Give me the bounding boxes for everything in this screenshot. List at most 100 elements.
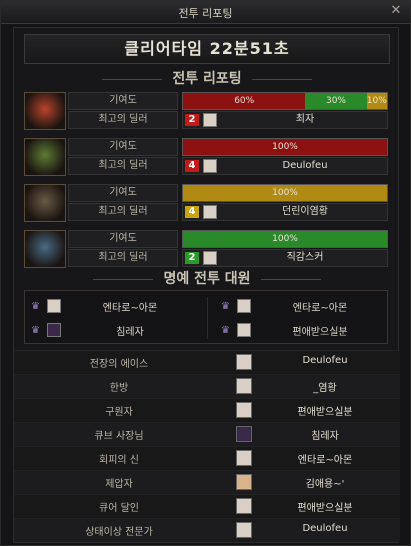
- character-face-icon: [237, 299, 251, 313]
- character-face-icon: [236, 354, 252, 370]
- character-face-icon: [203, 159, 217, 173]
- award-title: 제압자: [105, 479, 133, 490]
- best-dealer-box: 2 직감스커: [182, 249, 388, 267]
- character-face-icon: [203, 113, 217, 127]
- best-dealer-row: 최고의 딜러 2 최자: [68, 111, 388, 129]
- contribution-label: 기여도: [68, 184, 178, 202]
- class-portrait-icon: [24, 184, 66, 222]
- contribution-segment: 60%: [183, 93, 306, 109]
- dealer-name: 최자: [295, 114, 315, 125]
- dealer-name: 던린이염황: [282, 206, 328, 217]
- player-row: 기여도 100% 최고의 딜러 4 Deulofeu: [24, 138, 388, 176]
- report-section-title: 전투 리포팅: [14, 68, 400, 88]
- best-dealer-box: 2 최자: [182, 111, 388, 129]
- character-face-icon: [236, 426, 252, 442]
- award-recipient: _염황: [313, 383, 337, 394]
- best-dealer-box: 4 Deulofeu: [182, 157, 388, 175]
- contribution-segment: 30%: [305, 93, 367, 109]
- crown-icon: ♛: [31, 325, 40, 336]
- rank-badge: 2: [185, 252, 199, 264]
- character-face-icon: [236, 378, 252, 394]
- member-name: 엔타로~아몬: [102, 303, 158, 314]
- member-name: 침레자: [116, 327, 144, 338]
- awards-list: 전장의 에이스 Deulofeu 한방 _염황 구원자 편애받으실분 큐브 사장님 침레자 회피…: [14, 350, 400, 542]
- title-bar: 전투 리포팅 ✕: [1, 1, 410, 24]
- class-portrait-icon: [24, 92, 66, 130]
- contribution-label: 기여도: [68, 230, 178, 248]
- character-face-icon: [236, 522, 252, 538]
- best-dealer-label: 최고의 딜러: [68, 157, 178, 175]
- class-portrait-icon: [24, 230, 66, 268]
- award-title: 상태이상 전문가: [85, 527, 153, 538]
- award-recipient: Deulofeu: [302, 523, 348, 534]
- divider: [207, 297, 208, 339]
- best-dealer-label: 최고의 딜러: [68, 111, 178, 129]
- contribution-row: 기여도 100%: [68, 230, 388, 248]
- player-row: 기여도 100% 최고의 딜러 2 직감스커: [24, 230, 388, 268]
- award-row: 전장의 에이스 Deulofeu: [14, 350, 400, 374]
- award-recipient: 편애받으실분: [297, 503, 353, 514]
- award-title: 한방: [109, 383, 129, 394]
- honor-members: ♛ 엔타로~아몬 ♛ 엔타로~아몬 ♛ 침레자 ♛ 편애받으실분: [24, 290, 388, 344]
- player-row: 기여도 100% 최고의 딜러 4 던린이염황: [24, 184, 388, 222]
- character-face-icon: [47, 323, 61, 337]
- best-dealer-row: 최고의 딜러 4 던린이염황: [68, 203, 388, 221]
- character-face-icon: [203, 205, 217, 219]
- member-name: 엔타로~아몬: [292, 303, 348, 314]
- award-row: 큐어 달인 편애받으실분: [14, 494, 400, 518]
- award-recipient: 편애받으실분: [297, 407, 353, 418]
- dealer-name: 직감스커: [286, 252, 324, 263]
- character-face-icon: [236, 402, 252, 418]
- best-dealer-box: 4 던린이염황: [182, 203, 388, 221]
- award-title: 전장의 에이스: [89, 359, 149, 370]
- contribution-segment: 100%: [183, 139, 387, 155]
- honor-member[interactable]: ♛ 엔타로~아몬: [25, 297, 195, 317]
- award-row: 한방 _염황: [14, 374, 400, 398]
- honor-member[interactable]: ♛ 엔타로~아몬: [215, 297, 385, 317]
- award-row: 큐브 사장님 침레자: [14, 422, 400, 446]
- honor-member[interactable]: ♛ 편애받으실분: [215, 321, 385, 341]
- award-title: 큐어 달인: [99, 503, 139, 514]
- dealer-name: Deulofeu: [282, 160, 328, 171]
- contribution-row: 기여도 100%: [68, 138, 388, 156]
- window-title: 전투 리포팅: [178, 7, 233, 20]
- award-recipient: 침레자: [311, 431, 339, 442]
- contribution-bar: 100%: [182, 184, 388, 202]
- best-dealer-label: 최고의 딜러: [68, 249, 178, 267]
- ornament-left: [93, 278, 154, 280]
- character-face-icon: [236, 474, 252, 490]
- character-face-icon: [203, 251, 217, 265]
- contribution-row: 기여도 100%: [68, 184, 388, 202]
- contribution-bar: 100%: [182, 230, 388, 248]
- award-recipient: Deulofeu: [302, 355, 348, 366]
- crown-icon: ♛: [221, 325, 230, 336]
- contribution-label: 기여도: [68, 92, 178, 110]
- character-face-icon: [237, 323, 251, 337]
- award-row: 제압자 김애용~': [14, 470, 400, 494]
- crown-icon: ♛: [221, 301, 230, 312]
- contribution-bar: 100%: [182, 138, 388, 156]
- honor-member[interactable]: ♛ 침레자: [25, 321, 195, 341]
- award-title: 회피의 신: [99, 455, 139, 466]
- ornament-left: [102, 78, 163, 80]
- crown-icon: ♛: [31, 301, 40, 312]
- best-dealer-row: 최고의 딜러 2 직감스커: [68, 249, 388, 267]
- award-row: 구원자 편애받으실분: [14, 398, 400, 422]
- award-row: 상태이상 전문가 Deulofeu: [14, 518, 400, 542]
- contribution-segment: 10%: [366, 93, 387, 109]
- honor-title: 명예 전투 대원: [163, 271, 251, 287]
- report-panel: 클리어타임 22분51초 전투 리포팅 기여도 60% 30% 10% 최고의 딜러 2 최…: [13, 27, 400, 543]
- contribution-row: 기여도 60% 30% 10%: [68, 92, 388, 110]
- character-face-icon: [236, 498, 252, 514]
- character-face-icon: [236, 450, 252, 466]
- rank-badge: 4: [185, 206, 199, 218]
- contribution-segment: 100%: [183, 231, 387, 247]
- battle-report-window: 전투 리포팅 ✕ 클리어타임 22분51초 전투 리포팅 기여도 60% 30% 10…: [0, 0, 411, 546]
- member-name: 편애받으실분: [292, 327, 348, 338]
- award-row: 회피의 신 엔타로~아몬: [14, 446, 400, 470]
- ornament-right: [260, 278, 321, 280]
- award-title: 구원자: [105, 407, 133, 418]
- rank-badge: 4: [185, 160, 199, 172]
- close-icon[interactable]: ✕: [388, 3, 404, 19]
- character-face-icon: [47, 299, 61, 313]
